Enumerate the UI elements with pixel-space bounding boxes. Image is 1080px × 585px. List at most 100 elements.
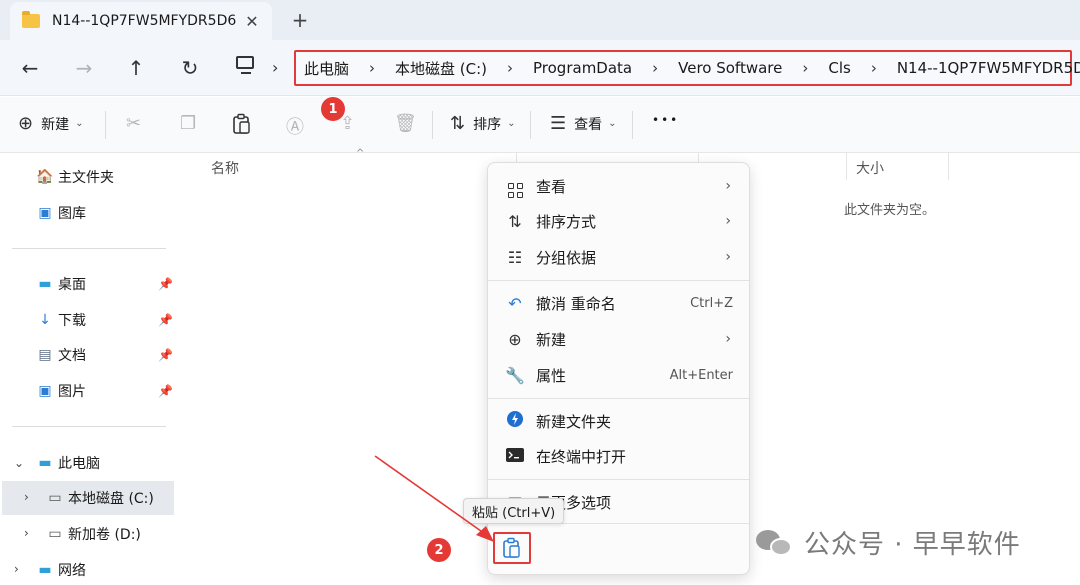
command-bar: ⊕ 新建 ⌄ ✂ ❐ Ⓐ ⇪ 🗑 ⇅ 排序 ⌄ ☰ 查看 ⌄ ••• [0, 97, 1080, 153]
up-button[interactable]: ↑ [120, 52, 152, 84]
sidebar-item-home[interactable]: 🏠 主文件夹 [36, 160, 114, 194]
breadcrumb-vero-software[interactable]: Vero Software [678, 59, 782, 77]
chevron-right-icon[interactable]: › [507, 59, 513, 77]
menu-item-group-by[interactable]: ☷ 分组依据 › [488, 240, 749, 274]
sidebar-item-label: 新加卷 (D:) [68, 527, 141, 543]
rename-icon: Ⓐ [286, 117, 304, 138]
tab-current-folder[interactable]: N14--1QP7FW5MFYDR5D6 ✕ [10, 2, 272, 40]
grid-icon [504, 174, 526, 198]
breadcrumb-current-folder[interactable]: N14--1QP7FW5MFYDR5D6 [897, 59, 1080, 77]
chevron-right-icon[interactable]: › [24, 490, 29, 504]
refresh-button[interactable]: ↻ [174, 52, 206, 84]
pin-icon[interactable]: 📌 [158, 384, 173, 398]
chevron-right-icon[interactable]: › [272, 58, 278, 77]
rename-button[interactable]: Ⓐ [286, 113, 312, 139]
column-divider[interactable] [846, 152, 847, 180]
drive-icon: ▭ [48, 526, 62, 542]
folder-icon [22, 11, 40, 28]
menu-item-new[interactable]: ⊕ 新建 › [488, 322, 749, 356]
shortcut-label: Alt+Enter [669, 367, 733, 383]
menu-item-open-terminal[interactable]: 在终端中打开 [488, 439, 749, 473]
undo-icon: ↶ [508, 293, 522, 313]
trash-icon: 🗑 [394, 113, 417, 134]
menu-item-sort[interactable]: ⇅ 排序方式 › [488, 204, 749, 238]
menu-item-undo-rename[interactable]: ↶ 撤消 重命名 Ctrl+Z [488, 286, 749, 320]
chevron-right-icon[interactable]: › [369, 59, 375, 77]
cut-button[interactable]: ✂ [126, 113, 149, 134]
chevron-down-icon[interactable]: ⌄ [14, 456, 24, 470]
sidebar-item-network[interactable]: ▬ 网络 [36, 553, 86, 585]
sidebar-divider [12, 248, 166, 249]
copy-button[interactable]: ❐ [180, 113, 204, 134]
menu-item-label: 分组依据 [536, 248, 597, 267]
chevron-down-icon: ⌄ [75, 118, 84, 129]
menu-item-label: 撤消 重命名 [536, 294, 616, 313]
sidebar-item-desktop[interactable]: ▬ 桌面 [36, 267, 86, 301]
breadcrumb-this-pc[interactable]: 此电脑 [304, 58, 349, 79]
chevron-right-icon[interactable]: › [14, 562, 19, 576]
sidebar-item-downloads[interactable]: ↓ 下载 [36, 303, 86, 337]
picture-icon: ▣ [38, 383, 52, 399]
download-icon: ↓ [39, 312, 51, 328]
breadcrumb-drive-c[interactable]: 本地磁盘 (C:) [395, 58, 487, 79]
close-tab-icon[interactable]: ✕ [238, 7, 266, 35]
chevron-down-icon: ⌄ [608, 118, 617, 129]
sort-button[interactable]: ⇅ 排序 ⌄ [450, 113, 515, 134]
clipboard-icon [233, 113, 250, 134]
plus-circle-icon: ⊕ [18, 113, 34, 134]
sort-button-label: 排序 [473, 116, 502, 133]
tab-strip: N14--1QP7FW5MFYDR5D6 ✕ + [0, 0, 1080, 40]
sidebar-item-gallery[interactable]: ▣ 图库 [36, 196, 86, 230]
paste-toolbar-button[interactable] [232, 113, 252, 135]
view-button[interactable]: ☰ 查看 ⌄ [550, 113, 617, 134]
computer-icon[interactable] [236, 56, 256, 80]
column-divider[interactable] [948, 152, 949, 180]
menu-item-view[interactable]: 查看 › [488, 169, 749, 203]
gallery-icon: ▣ [38, 205, 52, 221]
more-options-button[interactable]: ••• [652, 113, 679, 127]
pin-icon[interactable]: 📌 [158, 348, 173, 362]
chevron-right-icon[interactable]: › [652, 59, 658, 77]
breadcrumb[interactable]: 此电脑 › 本地磁盘 (C:) › ProgramData › Vero Sof… [294, 50, 1080, 86]
sidebar-item-drive-c[interactable]: ▭ 本地磁盘 (C:) [46, 481, 154, 515]
menu-item-new-folder[interactable]: 新建文件夹 [488, 404, 749, 438]
list-view-icon: ☰ [550, 113, 567, 134]
share-button[interactable]: ⇪ [340, 113, 363, 134]
new-button[interactable]: ⊕ 新建 ⌄ [18, 113, 83, 134]
sidebar-item-label: 主文件夹 [58, 170, 114, 186]
breadcrumb-programdata[interactable]: ProgramData [533, 59, 632, 77]
pin-icon[interactable]: 📌 [158, 313, 173, 327]
chevron-right-icon[interactable]: › [871, 59, 877, 77]
new-folder-icon [504, 410, 526, 432]
column-header-name[interactable]: 名称 [211, 158, 239, 178]
sidebar-item-this-pc[interactable]: ▬ 此电脑 [36, 446, 100, 480]
column-header-size[interactable]: 大小 [856, 158, 884, 178]
sidebar-item-label: 网络 [58, 563, 86, 579]
back-button[interactable]: ← [14, 52, 46, 84]
menu-item-properties[interactable]: 🔧 属性 Alt+Enter [488, 358, 749, 392]
pin-icon[interactable]: 📌 [158, 277, 173, 291]
sidebar-item-label: 此电脑 [58, 456, 100, 472]
home-icon: 🏠 [36, 169, 54, 185]
shortcut-label: Ctrl+Z [690, 295, 733, 311]
wechat-icon [756, 528, 794, 558]
sidebar-item-label: 下载 [58, 313, 86, 329]
chevron-right-icon[interactable]: › [802, 59, 808, 77]
forward-button[interactable]: → [68, 52, 100, 84]
chevron-right-icon[interactable]: › [24, 526, 29, 540]
breadcrumb-cls[interactable]: Cls [828, 59, 850, 77]
sidebar-item-label: 图库 [58, 206, 86, 222]
new-button-label: 新建 [41, 116, 70, 133]
delete-button[interactable]: 🗑 [394, 113, 425, 134]
chevron-right-icon: › [725, 331, 731, 347]
new-tab-button[interactable]: + [286, 6, 314, 34]
sidebar-item-documents[interactable]: ▤ 文档 [36, 338, 86, 372]
drive-icon: ▭ [48, 490, 62, 506]
sidebar-item-pictures[interactable]: ▣ 图片 [36, 374, 86, 408]
sidebar-item-drive-d[interactable]: ▭ 新加卷 (D:) [46, 517, 141, 551]
plus-circle-icon: ⊕ [508, 329, 522, 349]
empty-folder-message: 此文件夹为空。 [844, 203, 936, 218]
divider [530, 111, 531, 139]
copy-icon: ❐ [180, 113, 197, 134]
divider [632, 111, 633, 139]
